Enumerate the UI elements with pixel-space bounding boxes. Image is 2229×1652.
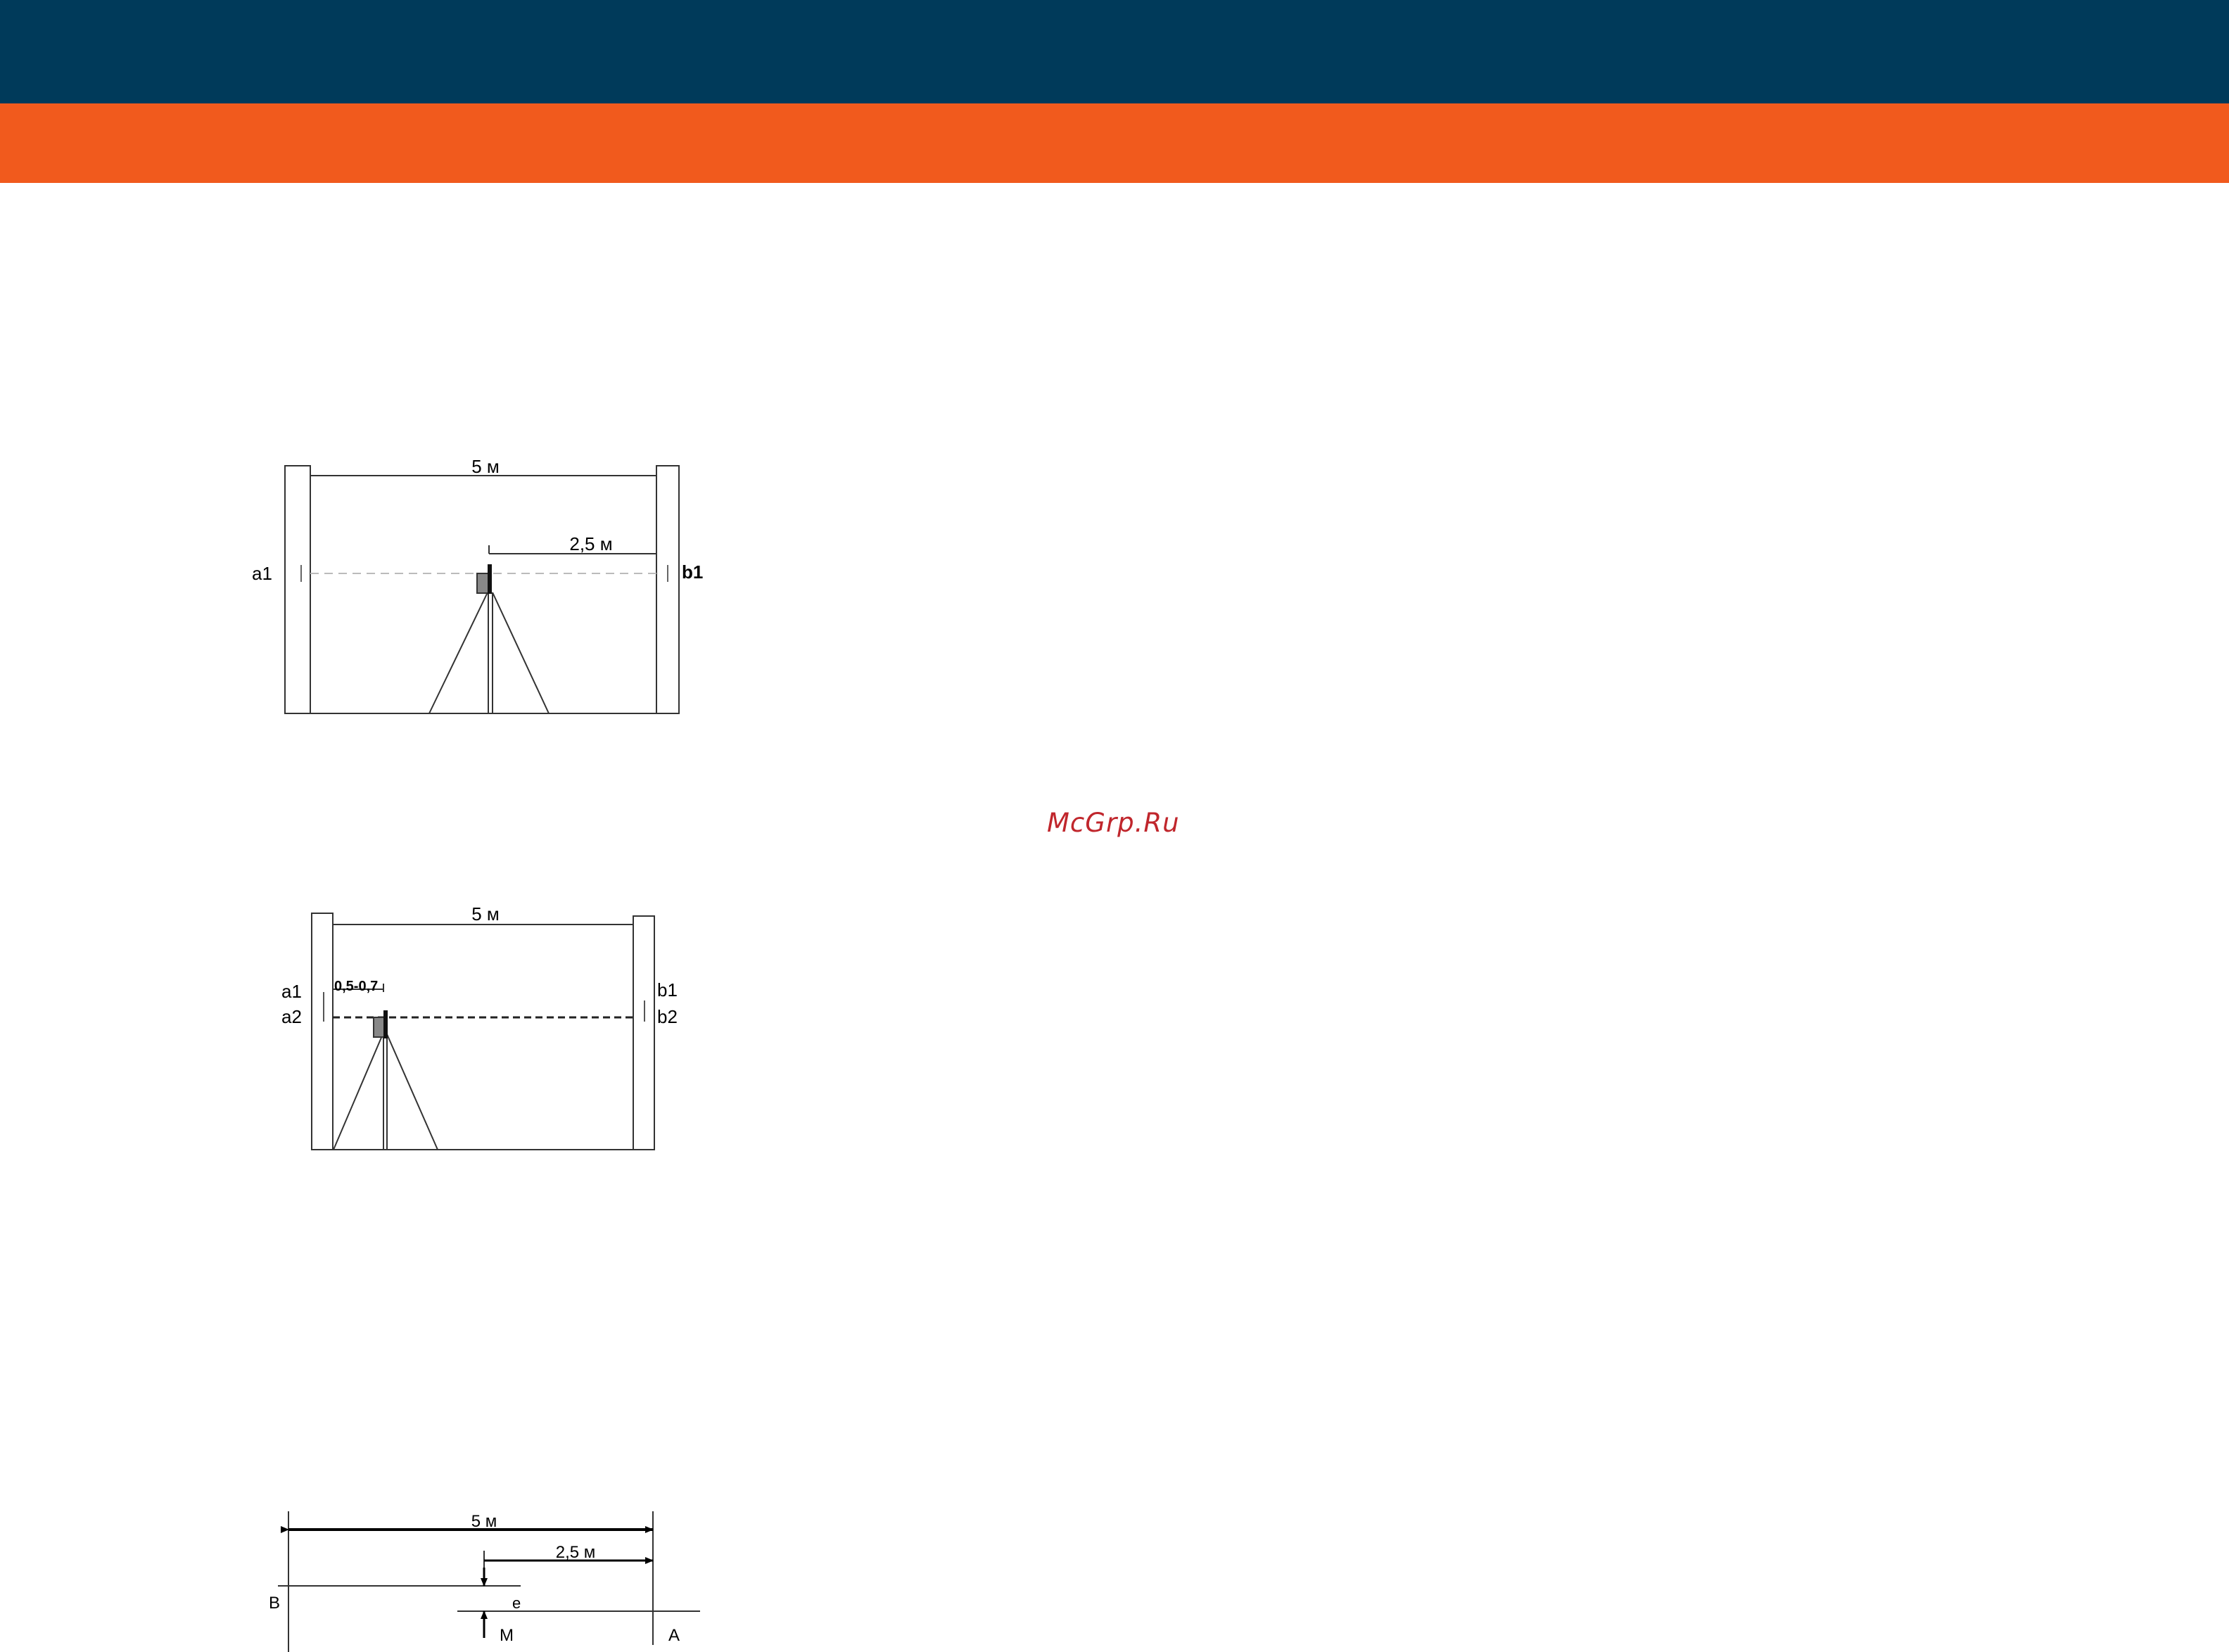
point-m: M — [500, 1626, 514, 1645]
deviation-label: e — [512, 1594, 521, 1612]
figure-3-deviation-scheme: 5 м 2,5 м e B A M — [269, 1511, 700, 1652]
point-a: A — [668, 1626, 680, 1645]
half-width-label: 2,5 м — [556, 1543, 596, 1562]
point-b: B — [269, 1594, 280, 1613]
width-label: 5 м — [471, 1512, 497, 1531]
